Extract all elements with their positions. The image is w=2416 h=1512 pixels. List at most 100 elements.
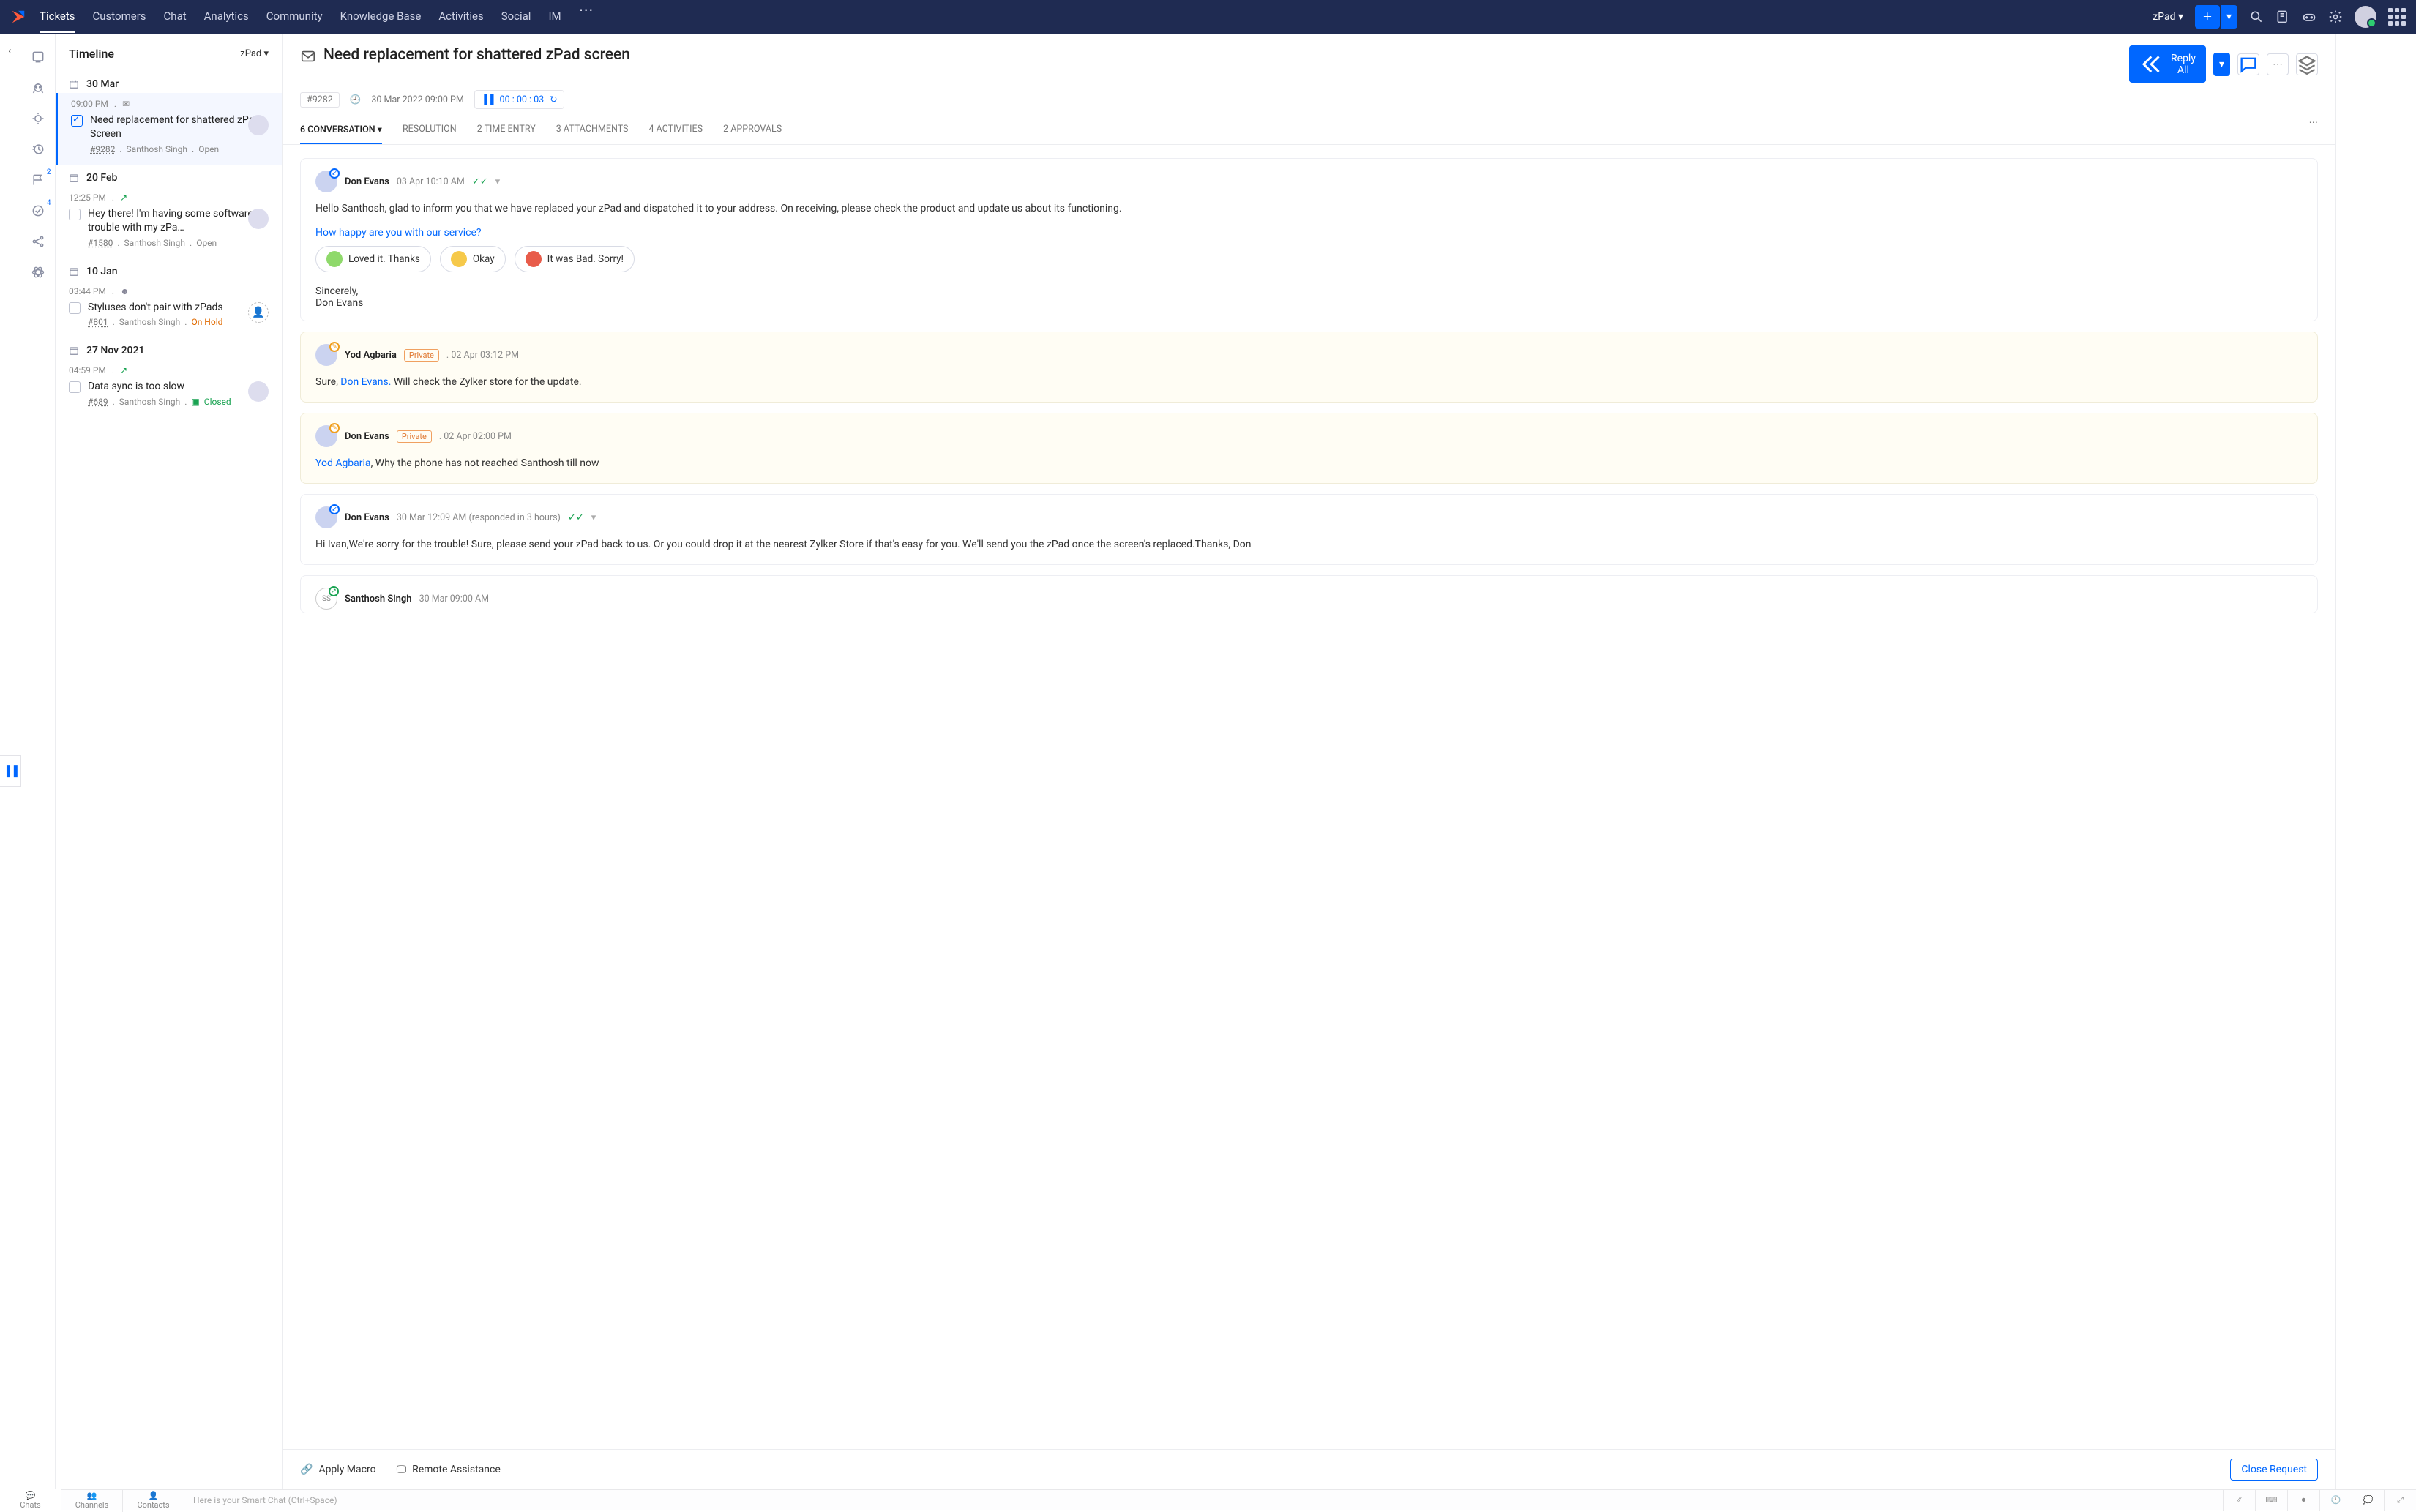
rail-assist-icon[interactable]	[31, 50, 45, 64]
tab-resolution[interactable]: RESOLUTION	[403, 116, 457, 144]
rail-idea-icon[interactable]	[31, 111, 45, 126]
sender-name: Yod Agbaria	[345, 350, 397, 361]
monitor-icon: 🖵	[397, 1464, 407, 1475]
assignee-unassigned-icon[interactable]: 👤	[248, 302, 269, 323]
tab-attachments[interactable]: 3 ATTACHMENTS	[556, 116, 629, 144]
search-icon[interactable]	[2249, 10, 2264, 24]
nav-kb[interactable]: Knowledge Base	[340, 1, 422, 33]
calendar-icon	[69, 266, 79, 277]
add-button[interactable]: ＋	[2195, 5, 2220, 29]
assignee-avatar[interactable]	[248, 115, 269, 135]
timeline-filter[interactable]: zPad ▾	[240, 48, 269, 59]
sender-avatar: ↙	[315, 171, 337, 192]
rail-bot-icon[interactable]	[31, 81, 45, 95]
conversation-message: ↙ Don Evans 30 Mar 12:09 AM (responded i…	[300, 494, 2318, 565]
mention-link[interactable]: Yod Agbaria	[315, 457, 371, 469]
left-expand-handle[interactable]: ▐▐	[0, 755, 21, 787]
timeline-title: Timeline	[69, 47, 114, 61]
rail-atom-icon[interactable]	[31, 265, 45, 280]
channel-email-icon: ✉	[122, 99, 130, 109]
ticket-id[interactable]: #9282	[90, 144, 115, 154]
nav-im[interactable]: IM	[548, 1, 561, 33]
ticket-checkbox[interactable]	[69, 381, 81, 393]
bb-record-icon[interactable]: ⏺	[2287, 1490, 2319, 1511]
more-actions-button[interactable]: ⋯	[2267, 53, 2289, 75]
timeline-ticket[interactable]: 03:44 PM . ☻ Styluses don't pair with zP…	[56, 280, 282, 338]
nav-customers[interactable]: Customers	[93, 1, 146, 33]
bb-chat-icon[interactable]: 💭	[2352, 1490, 2384, 1511]
nav-activities[interactable]: Activities	[438, 1, 483, 33]
tabs-more-icon[interactable]: ⋯	[2309, 116, 2319, 144]
ticket-id[interactable]: #689	[88, 397, 108, 407]
rating-question[interactable]: How happy are you with our service?	[315, 227, 2303, 239]
bb-keyboard-icon[interactable]: ⌨	[2255, 1490, 2287, 1511]
feed-icon[interactable]	[2275, 10, 2290, 24]
nav-tickets[interactable]: Tickets	[40, 1, 75, 33]
bb-recent-icon[interactable]: 🕘	[2319, 1490, 2352, 1511]
rail-flag-icon[interactable]: 2	[31, 173, 45, 187]
bb-expand-icon[interactable]: ⤢	[2384, 1490, 2416, 1511]
bb-contacts[interactable]: 👤 Contacts	[123, 1489, 184, 1512]
ticket-id[interactable]: #1580	[88, 238, 113, 248]
layers-button[interactable]	[2296, 53, 2318, 75]
gamification-icon[interactable]	[2302, 10, 2316, 24]
rating-loved[interactable]: Loved it. Thanks	[315, 246, 431, 272]
ticket-detail: Need replacement for shattered zPad scre…	[283, 34, 2335, 1489]
message-expand-icon[interactable]: ▾	[495, 176, 501, 187]
contacts-icon: 👤	[123, 1491, 184, 1500]
tab-time-entry[interactable]: 2 TIME ENTRY	[477, 116, 536, 144]
bb-chats[interactable]: 💬 Chats	[0, 1489, 61, 1512]
apply-macro-button[interactable]: 🔗 Apply Macro	[300, 1464, 376, 1475]
ticket-checkbox[interactable]	[69, 302, 81, 314]
rating-okay[interactable]: Okay	[440, 246, 506, 272]
ticket-checkbox[interactable]	[69, 209, 81, 220]
nav-analytics[interactable]: Analytics	[204, 1, 249, 33]
profile-avatar[interactable]	[2355, 6, 2376, 28]
calendar-icon	[69, 79, 79, 89]
gear-icon[interactable]	[2328, 10, 2343, 24]
date-group: 27 Nov 2021	[56, 337, 282, 359]
ticket-id[interactable]: #801	[88, 317, 108, 327]
timer-widget[interactable]: ▐▐ 00 : 00 : 03 ↻	[474, 90, 564, 109]
timeline-ticket[interactable]: 12:25 PM . ↗ Hey there! I'm having some …	[56, 187, 282, 258]
assignee-avatar[interactable]	[248, 209, 269, 229]
reply-dropdown[interactable]: ▾	[2213, 53, 2230, 76]
main-nav: Tickets Customers Chat Analytics Communi…	[40, 1, 2153, 33]
tab-conversation[interactable]: 6 CONVERSATION ▾	[300, 116, 382, 144]
rating-bad[interactable]: It was Bad. Sorry!	[515, 246, 635, 272]
channels-icon: 👥	[61, 1491, 122, 1500]
refresh-icon[interactable]: ↻	[550, 94, 557, 105]
tab-approvals[interactable]: 2 APPROVALS	[723, 116, 782, 144]
bb-zia-icon[interactable]: ℤ	[2223, 1490, 2255, 1511]
close-request-button[interactable]: Close Request	[2230, 1459, 2318, 1481]
timeline-ticket[interactable]: 04:59 PM . ↗ Data sync is too slow #689.…	[56, 359, 282, 417]
timeline-ticket[interactable]: 09:00 PM . ✉ Need replacement for shatte…	[56, 93, 282, 165]
nav-social[interactable]: Social	[501, 1, 531, 33]
sender-name: Don Evans	[345, 431, 389, 442]
rail-approve-icon[interactable]: 4	[31, 203, 45, 218]
bb-channels[interactable]: 👥 Channels	[61, 1489, 123, 1512]
direction-in-icon: ↙	[329, 168, 340, 179]
comment-button[interactable]	[2237, 53, 2259, 75]
ticket-assignee: Santhosh Singh	[127, 144, 187, 154]
sender-name: Don Evans	[345, 512, 389, 523]
apps-launcher-icon[interactable]	[2388, 8, 2406, 26]
ticket-assignee: Santhosh Singh	[119, 317, 180, 327]
app-logo[interactable]	[10, 9, 26, 25]
mention-link[interactable]: Don Evans.	[340, 376, 391, 388]
ticket-checkbox[interactable]	[71, 115, 83, 127]
remote-assist-button[interactable]: 🖵 Remote Assistance	[397, 1464, 501, 1475]
smart-chat-input[interactable]: Here is your Smart Chat (Ctrl+Space)	[184, 1495, 2223, 1505]
reply-all-button[interactable]: Reply All	[2129, 45, 2206, 83]
nav-chat[interactable]: Chat	[164, 1, 187, 33]
rail-history-icon[interactable]	[31, 142, 45, 157]
nav-community[interactable]: Community	[266, 1, 323, 33]
tab-activities[interactable]: 4 ACTIVITIES	[648, 116, 703, 144]
add-dropdown[interactable]: ▾	[2221, 5, 2237, 29]
pause-icon[interactable]: ▐▐	[481, 94, 494, 105]
nav-more-icon[interactable]: ⋯	[579, 1, 594, 33]
department-select[interactable]: zPad ▾	[2153, 11, 2183, 23]
rail-share-icon[interactable]	[31, 234, 45, 249]
message-expand-icon[interactable]: ▾	[591, 512, 596, 523]
channel-chat-icon: ↗	[120, 365, 127, 375]
